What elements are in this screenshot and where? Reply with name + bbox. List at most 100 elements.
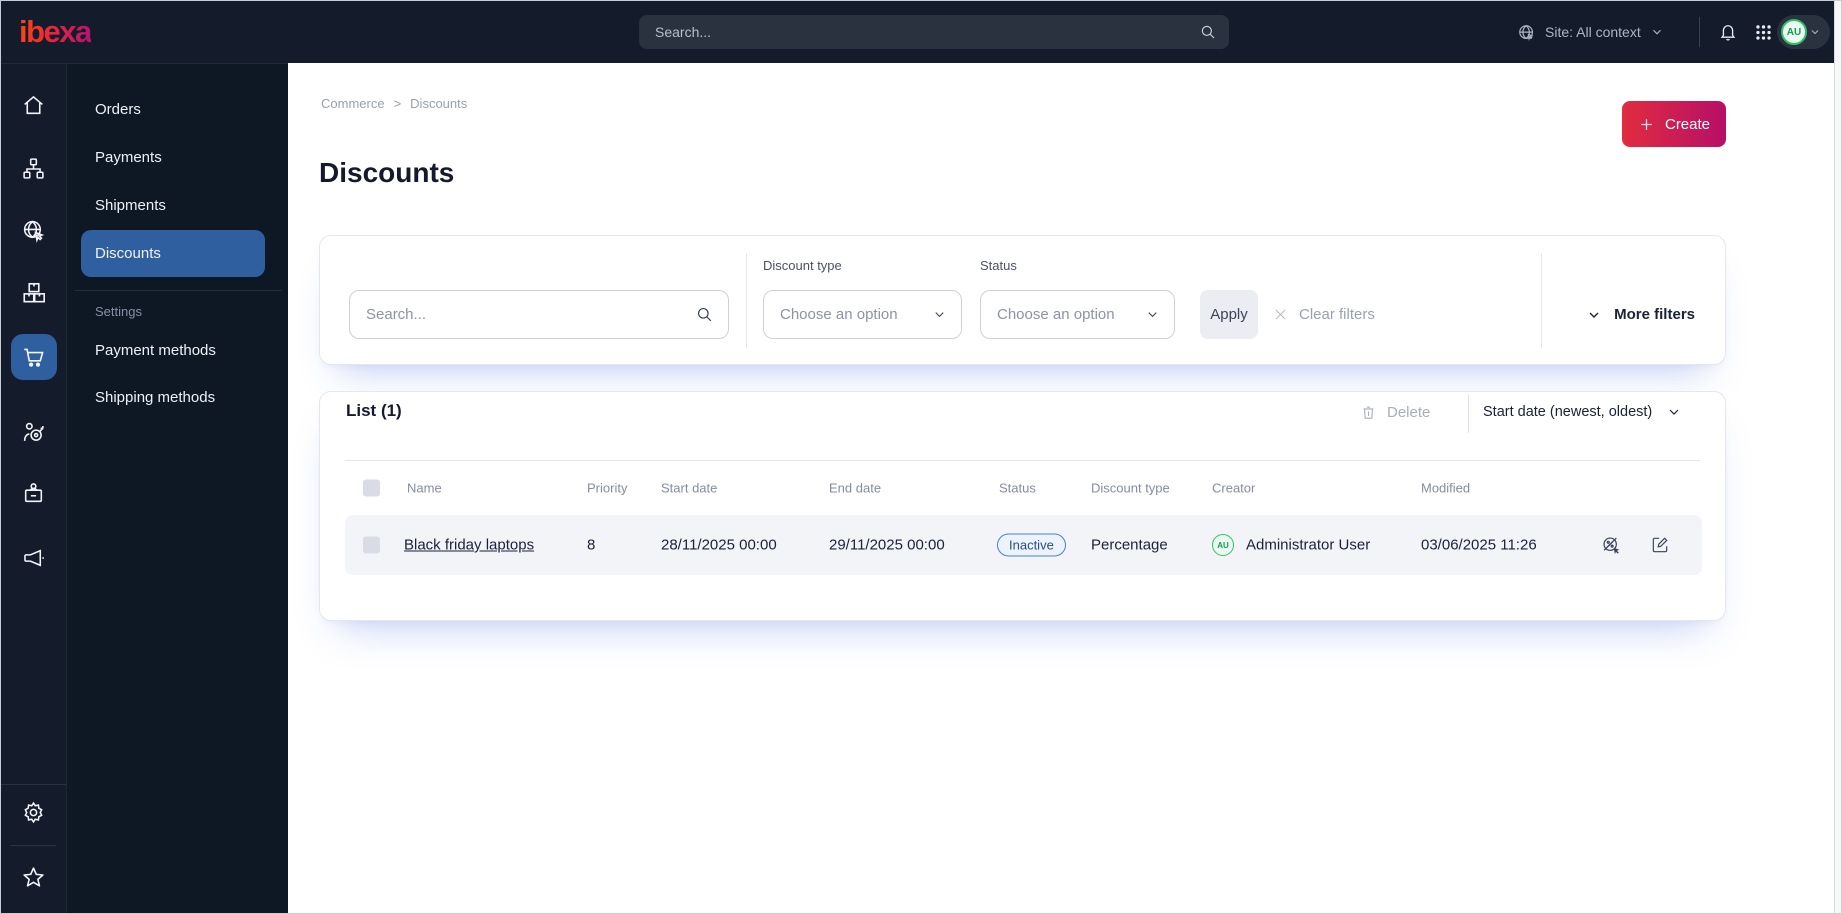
column-header-status: Status [999, 480, 1036, 496]
bell-icon [1718, 22, 1738, 42]
notifications-button[interactable] [1711, 14, 1745, 50]
filter-divider [746, 253, 747, 348]
menu-item-payment-methods[interactable]: Payment methods [67, 333, 289, 367]
nav-site-button[interactable] [13, 210, 54, 251]
menu-item-orders[interactable]: Orders [67, 92, 289, 126]
home-icon [21, 93, 46, 118]
discounts-list-panel: List (1) Delete Start date (newest, olde… [319, 391, 1726, 621]
bookmarks-star-icon [21, 865, 46, 890]
discount-name-link[interactable]: Black friday laptops [404, 537, 534, 554]
chevron-down-icon [1666, 404, 1682, 420]
breadcrumb-separator: > [393, 96, 402, 111]
topbar: ibexa Site: All context [1, 1, 1841, 63]
nav-content-structure-button[interactable] [13, 148, 54, 189]
status-select[interactable]: Choose an option [980, 290, 1175, 339]
edit-discount-button[interactable] [1646, 531, 1674, 559]
more-filters-button[interactable]: More filters [1586, 290, 1695, 339]
table-header: Name Priority Start date End date Status… [345, 461, 1702, 515]
discount-deactivate-icon [1601, 535, 1622, 556]
row-checkbox[interactable] [363, 536, 380, 554]
ibexa-admin-app: ibexa Site: All context [0, 0, 1842, 914]
global-search [639, 15, 1229, 49]
ibexa-logo[interactable]: ibexa [19, 14, 92, 50]
nav-personalization-button[interactable] [13, 412, 54, 453]
search-icon[interactable] [1199, 23, 1217, 41]
discount-type-select[interactable]: Choose an option [763, 290, 962, 339]
chevron-down-icon [1586, 307, 1602, 323]
settings-gear-icon [21, 800, 46, 825]
page-title: Discounts [319, 157, 455, 188]
commerce-menu: Orders Payments Shipments Discounts Sett… [66, 63, 289, 913]
column-header-priority: Priority [587, 480, 628, 496]
status-label: Status [980, 258, 1017, 273]
status-badge: Inactive [997, 533, 1066, 557]
breadcrumb-item-discounts[interactable]: Discounts [410, 96, 467, 111]
clear-filters-label: Clear filters [1299, 306, 1375, 323]
nav-bookmarks-button[interactable] [13, 857, 54, 898]
personalization-icon [21, 420, 46, 445]
discount-type-label: Discount type [763, 258, 842, 273]
menu-divider [75, 290, 282, 291]
create-button-label: Create [1664, 115, 1711, 133]
user-avatar: AU [1781, 19, 1807, 45]
apps-grid-button[interactable] [1746, 14, 1780, 50]
sort-selector[interactable]: Start date (newest, oldest) [1483, 392, 1682, 432]
clear-filters-button[interactable]: Clear filters [1272, 290, 1375, 339]
end-date-cell: 29/11/2025 00:00 [829, 536, 945, 554]
column-header-modified: Modified [1421, 480, 1471, 496]
menu-item-payments[interactable]: Payments [67, 140, 289, 174]
search-icon[interactable] [695, 305, 714, 324]
status-cell: Inactive [997, 533, 1066, 557]
products-icon [21, 280, 47, 306]
list-search [349, 290, 729, 339]
table-row: Black friday laptops 8 28/11/2025 00:00 … [345, 515, 1702, 575]
user-menu[interactable]: AU [1777, 15, 1830, 49]
creator-cell: Administrator User [1246, 536, 1371, 554]
menu-item-discounts[interactable]: Discounts [81, 230, 265, 277]
discount-type-value: Choose an option [780, 306, 898, 323]
select-all-checkbox[interactable] [363, 479, 380, 497]
global-search-input[interactable] [655, 24, 1199, 40]
delete-button[interactable]: Delete [1360, 392, 1430, 432]
nav-admin-button[interactable] [13, 792, 54, 833]
status-value: Choose an option [997, 306, 1115, 323]
deactivate-discount-button[interactable] [1597, 531, 1625, 559]
column-header-start-date: Start date [661, 480, 718, 496]
nav-commerce-button[interactable] [11, 334, 57, 380]
menu-item-shipments[interactable]: Shipments [67, 188, 289, 222]
site-context-label: Site: All context [1545, 24, 1641, 40]
list-title: List (1) [346, 401, 402, 420]
apply-button[interactable]: Apply [1200, 290, 1258, 339]
plus-icon [1638, 116, 1655, 133]
list-search-input[interactable] [366, 306, 695, 323]
nav-marketing-button[interactable] [13, 538, 54, 579]
column-header-creator: Creator [1212, 480, 1256, 496]
create-button[interactable]: Create [1622, 101, 1726, 147]
chevron-down-icon [932, 307, 947, 322]
scrollbar[interactable] [1834, 1, 1841, 913]
site-globe-icon [21, 218, 46, 243]
topbar-divider [1699, 17, 1700, 47]
trash-icon [1360, 404, 1377, 421]
creator-avatar: AU [1212, 534, 1234, 556]
nav-corporate-button[interactable] [13, 473, 54, 514]
breadcrumb-item-commerce[interactable]: Commerce [321, 96, 385, 111]
column-header-discount-type: Discount type [1091, 480, 1170, 496]
discount-type-cell: Percentage [1091, 536, 1168, 554]
menu-item-shipping-methods[interactable]: Shipping methods [67, 380, 289, 414]
corporate-badge-icon [21, 481, 46, 506]
breadcrumb: Commerce > Discounts [321, 96, 467, 111]
marketing-megaphone-icon [21, 546, 46, 571]
grid-dots-icon [1754, 23, 1773, 42]
more-filters-label: More filters [1614, 306, 1695, 323]
site-context-selector[interactable]: Site: All context [1517, 1, 1664, 63]
nav-dashboard-button[interactable] [13, 85, 54, 126]
filters-panel: Discount type Choose an option Status Ch… [319, 235, 1726, 365]
chevron-down-icon [1650, 25, 1664, 39]
nav-products-button[interactable] [13, 272, 54, 313]
column-header-name: Name [407, 480, 442, 496]
modified-cell: 03/06/2025 11:26 [1421, 536, 1537, 554]
main-nav-rail [1, 63, 66, 913]
rail-divider [1, 784, 66, 785]
globe-icon [1517, 23, 1536, 42]
